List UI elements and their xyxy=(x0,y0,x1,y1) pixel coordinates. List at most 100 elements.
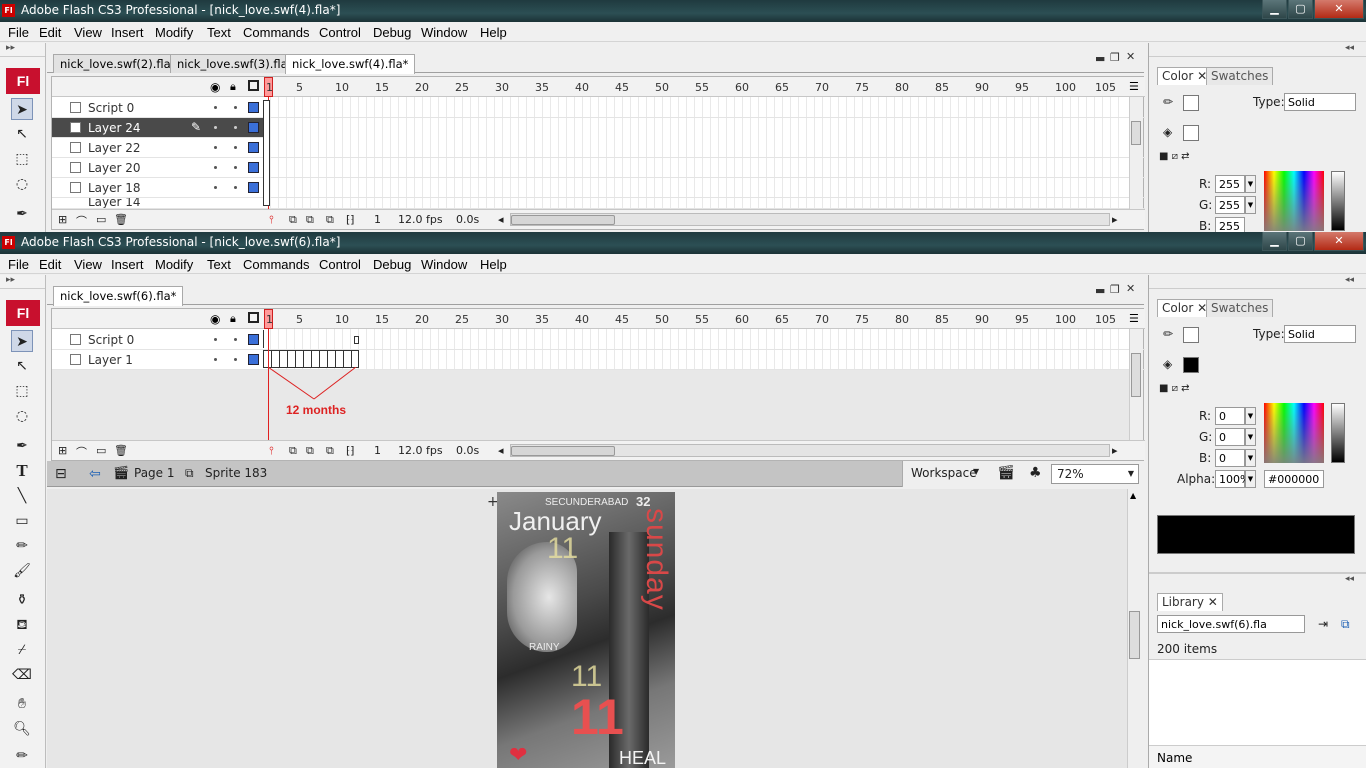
menu-help[interactable]: Help xyxy=(480,257,507,272)
stroke-color-icon[interactable]: ✏ xyxy=(1163,95,1173,109)
onion-skin-icon[interactable]: ⧉ xyxy=(289,213,297,227)
subselection-tool-icon[interactable]: ↖ xyxy=(11,355,33,377)
paint-bucket-tool-icon[interactable]: ⛾ xyxy=(11,614,33,636)
free-transform-tool-icon[interactable]: ⬚ xyxy=(11,380,33,402)
menu-edit[interactable]: Edit xyxy=(39,257,61,272)
center-frame-icon[interactable]: ⫯ xyxy=(269,444,274,458)
stroke-swatch[interactable] xyxy=(1183,327,1199,343)
lock-dot[interactable] xyxy=(234,126,237,129)
edit-multiple-icon[interactable]: ⧉ xyxy=(326,213,334,227)
layer-row[interactable]: Script 0 xyxy=(52,98,1145,118)
swap-colors-icon[interactable]: ■ ⧄ ⇄ xyxy=(1159,151,1190,162)
fill-color-icon[interactable]: ◈ xyxy=(1163,125,1172,139)
menu-view[interactable]: View xyxy=(74,257,102,272)
scroll-thumb[interactable] xyxy=(1131,353,1141,397)
g-input[interactable]: 0 xyxy=(1215,428,1245,446)
eye-icon[interactable]: ◉ xyxy=(210,80,220,94)
zoom-dropdown-icon[interactable]: ▼ xyxy=(1128,469,1134,478)
r-input[interactable]: 255 xyxy=(1215,175,1245,193)
alpha-dropdown-icon[interactable]: ▼ xyxy=(1245,470,1256,488)
lock-dot[interactable] xyxy=(234,106,237,109)
delete-layer-icon[interactable]: 🗑︎ xyxy=(114,213,128,226)
menu-text[interactable]: Text xyxy=(207,25,231,40)
ink-bottle-tool-icon[interactable]: ⚱ xyxy=(11,589,33,611)
stroke-swatch[interactable] xyxy=(1183,95,1199,111)
b-input[interactable]: 0 xyxy=(1215,449,1245,467)
g-dropdown-icon[interactable]: ▼ xyxy=(1245,196,1256,214)
doc-tab-1[interactable]: nick_love.swf(6).fla* xyxy=(53,286,184,306)
color-spectrum[interactable] xyxy=(1264,403,1324,463)
lock-dot[interactable] xyxy=(234,186,237,189)
brush-tool-icon[interactable]: 🖌︎ xyxy=(11,560,33,582)
onion-markers-icon[interactable]: ⁅⁆ xyxy=(346,444,355,457)
close-button[interactable]: ✕ xyxy=(1314,232,1364,251)
r-dropdown-icon[interactable]: ▼ xyxy=(1245,407,1256,425)
outline-icon[interactable] xyxy=(248,80,259,91)
text-tool-icon[interactable]: T xyxy=(11,460,33,482)
tab-color[interactable]: Color ✕ xyxy=(1157,299,1213,317)
pencil-tool-icon[interactable]: ✏ xyxy=(11,535,33,557)
stage[interactable]: + SECUNDERABAD 32 January sunday 11 RAIN… xyxy=(47,489,1141,768)
tab-swatches[interactable]: Swatches xyxy=(1206,299,1274,317)
pin-library-icon[interactable]: ⇥ xyxy=(1318,617,1328,631)
hex-input[interactable]: #000000 xyxy=(1264,470,1324,488)
close-button[interactable]: ✕ xyxy=(1314,0,1364,19)
visibility-dot[interactable] xyxy=(214,358,217,361)
eye-icon[interactable]: ◉ xyxy=(210,312,220,326)
stage-vertical-scrollbar[interactable]: ▲ xyxy=(1127,489,1141,768)
scroll-right-icon[interactable]: ▸ xyxy=(1112,444,1118,457)
visibility-dot[interactable] xyxy=(214,146,217,149)
library-column-header[interactable]: Name xyxy=(1149,745,1366,768)
layer-row[interactable]: Layer 22 xyxy=(52,138,1145,158)
minimize-button[interactable]: ▁ xyxy=(1262,232,1287,251)
tab-library[interactable]: Library ✕ xyxy=(1157,593,1223,611)
fill-swatch[interactable] xyxy=(1183,125,1199,141)
alpha-input[interactable]: 100% xyxy=(1215,470,1250,488)
back-arrow-icon[interactable]: ⇦ xyxy=(89,466,101,482)
menu-file[interactable]: File xyxy=(8,25,29,40)
visibility-dot[interactable] xyxy=(214,186,217,189)
selection-tool-icon[interactable]: ➤ xyxy=(11,98,33,120)
lasso-tool-icon[interactable]: ◌ xyxy=(11,405,33,427)
menu-file[interactable]: File xyxy=(8,257,29,272)
keyframe-span[interactable] xyxy=(263,350,359,368)
layer-row[interactable]: Layer 18 xyxy=(52,178,1145,198)
scroll-left-icon[interactable]: ◂ xyxy=(498,213,504,226)
layer-row-selected[interactable]: Layer 24 ✎ xyxy=(52,118,263,138)
layer-color-swatch[interactable] xyxy=(248,142,259,153)
menu-debug[interactable]: Debug xyxy=(373,25,411,40)
maximize-button[interactable]: ▢ xyxy=(1288,0,1313,19)
timeline-horizontal-scrollbar[interactable] xyxy=(510,444,1110,457)
library-name-column[interactable]: Name xyxy=(1157,751,1192,765)
selection-tool-icon[interactable]: ➤ xyxy=(11,330,33,352)
timeline-menu-icon[interactable]: ☰ xyxy=(1129,80,1139,93)
onion-skin-icon[interactable]: ⧉ xyxy=(289,444,297,458)
stroke-color-tool-icon[interactable]: ✏ xyxy=(11,745,33,767)
lock-icon[interactable]: 🔒︎ xyxy=(230,312,236,326)
menu-help[interactable]: Help xyxy=(480,25,507,40)
add-layer-icon[interactable]: ⊞ xyxy=(58,213,67,226)
delete-layer-icon[interactable]: 🗑︎ xyxy=(114,444,128,457)
doc-minimize-icon[interactable]: ▬ xyxy=(1095,284,1105,297)
symbol-breadcrumb[interactable]: Sprite 183 xyxy=(205,466,267,480)
layer-row[interactable]: Layer 20 xyxy=(52,158,1145,178)
menu-commands[interactable]: Commands xyxy=(243,25,309,40)
lock-icon[interactable]: 🔒︎ xyxy=(230,80,236,94)
type-select[interactable]: Solid xyxy=(1284,93,1356,111)
eyedropper-tool-icon[interactable]: ⌿ xyxy=(11,639,33,661)
layer-color-swatch[interactable] xyxy=(248,182,259,193)
menu-window[interactable]: Window xyxy=(421,257,467,272)
g-input[interactable]: 255 xyxy=(1215,196,1245,214)
add-folder-icon[interactable]: ▭ xyxy=(96,444,106,457)
layer-color-swatch[interactable] xyxy=(248,334,259,345)
hand-tool-icon[interactable]: ✋︎ xyxy=(11,693,33,715)
subselection-tool-icon[interactable]: ↖ xyxy=(11,123,33,145)
lock-dot[interactable] xyxy=(234,358,237,361)
timeline-vertical-scrollbar[interactable] xyxy=(1129,97,1143,209)
scroll-thumb[interactable] xyxy=(1131,121,1141,145)
timeline-toggle-icon[interactable]: ⊟ xyxy=(55,466,67,482)
color-spectrum[interactable] xyxy=(1264,171,1324,231)
scroll-thumb[interactable] xyxy=(511,446,615,456)
menu-window[interactable]: Window xyxy=(421,25,467,40)
calendar-artwork[interactable]: SECUNDERABAD 32 January sunday 11 RAINY … xyxy=(497,492,675,768)
